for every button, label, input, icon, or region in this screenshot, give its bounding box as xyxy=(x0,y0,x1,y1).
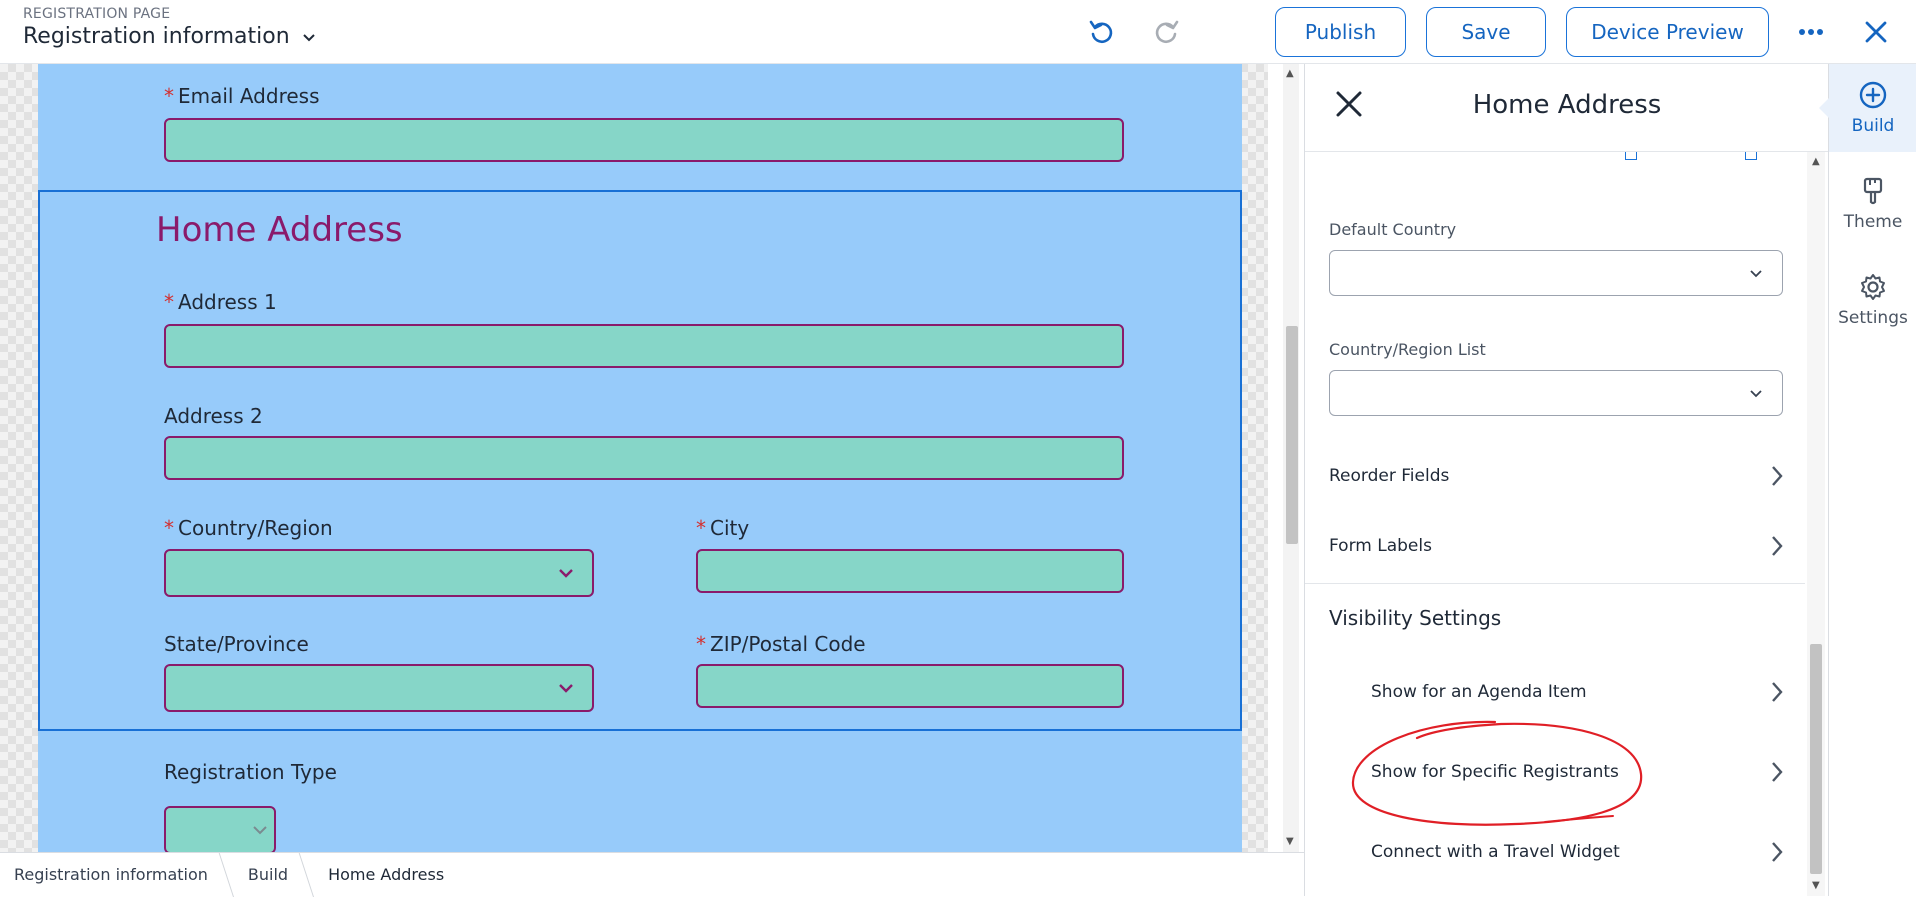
email-field[interactable] xyxy=(164,118,1124,162)
panel-scrollbar[interactable]: ▲ ▼ xyxy=(1807,152,1825,896)
email-label: * Email Address xyxy=(164,84,320,108)
scroll-up-arrow[interactable]: ▲ xyxy=(1286,68,1294,79)
zip-label-text: ZIP/Postal Code xyxy=(710,632,866,656)
chevron-right-icon xyxy=(1772,762,1783,782)
country-list-label: Country/Region List xyxy=(1329,340,1486,359)
chevron-right-icon xyxy=(1772,842,1783,862)
rail-theme[interactable]: Theme xyxy=(1829,160,1916,248)
chevron-down-icon xyxy=(253,826,267,835)
show-for-agenda-item-label: Show for an Agenda Item xyxy=(1371,682,1587,702)
visibility-settings-heading: Visibility Settings xyxy=(1329,606,1502,630)
form-canvas: * Email Address Home Address * Address 1 A… xyxy=(0,64,1268,852)
scroll-down-arrow[interactable]: ▼ xyxy=(1286,836,1294,847)
chevron-down-icon xyxy=(1750,390,1762,398)
state-select[interactable] xyxy=(164,664,594,712)
reorder-fields-row[interactable]: Reorder Fields xyxy=(1329,454,1785,498)
top-bar: REGISTRATION PAGE Registration informati… xyxy=(0,0,1916,64)
connect-travel-widget-label: Connect with a Travel Widget xyxy=(1371,842,1620,862)
panel-header: Home Address xyxy=(1305,64,1828,152)
state-label: State/Province xyxy=(164,632,309,656)
country-select[interactable] xyxy=(164,549,594,597)
checkbox-icon[interactable] xyxy=(1625,152,1637,160)
address1-label-text: Address 1 xyxy=(178,290,277,314)
paint-brush-icon xyxy=(1863,177,1883,205)
chevron-right-icon xyxy=(1772,466,1783,486)
city-label-text: City xyxy=(710,516,750,540)
required-mark: * xyxy=(164,516,174,540)
properties-panel: Home Address Default Country Country/Reg… xyxy=(1304,64,1828,896)
more-options-icon[interactable] xyxy=(1793,14,1829,50)
section-title: Home Address xyxy=(156,210,403,250)
close-icon[interactable] xyxy=(1858,14,1894,50)
country-label-text: Country/Region xyxy=(178,516,333,540)
registration-type-label: Registration Type xyxy=(164,760,337,784)
checkbox-icon[interactable] xyxy=(1745,152,1757,160)
canvas-scroll-thumb[interactable] xyxy=(1286,326,1298,544)
form-labels-label: Form Labels xyxy=(1329,536,1432,556)
address2-field[interactable] xyxy=(164,436,1124,480)
breadcrumb-item-current: Home Address xyxy=(328,865,445,884)
show-for-agenda-item-row[interactable]: Show for an Agenda Item xyxy=(1371,670,1785,714)
panel-title: Home Address xyxy=(1472,90,1662,120)
default-country-select[interactable] xyxy=(1329,250,1783,296)
panel-scroll-thumb[interactable] xyxy=(1810,644,1822,874)
reorder-fields-label: Reorder Fields xyxy=(1329,466,1450,486)
undo-icon[interactable] xyxy=(1084,14,1120,50)
breadcrumb-item[interactable]: Build xyxy=(234,853,314,897)
city-label: * City xyxy=(696,516,749,540)
address1-label: * Address 1 xyxy=(164,290,277,314)
annotation-circle xyxy=(1351,720,1643,826)
redo-icon[interactable] xyxy=(1148,14,1184,50)
default-country-label: Default Country xyxy=(1329,220,1457,239)
rail-settings[interactable]: Settings xyxy=(1829,256,1916,344)
chevron-down-icon xyxy=(302,33,315,41)
scroll-down-arrow[interactable]: ▼ xyxy=(1812,880,1820,891)
required-mark: * xyxy=(164,290,174,314)
zip-label: * ZIP/Postal Code xyxy=(696,632,866,656)
page-kicker: REGISTRATION PAGE xyxy=(23,6,171,22)
publish-button[interactable]: Publish xyxy=(1275,7,1406,57)
connect-travel-widget-row[interactable]: Connect with a Travel Widget xyxy=(1371,830,1785,874)
page-title-dropdown[interactable]: Registration information xyxy=(23,24,316,49)
chevron-right-icon xyxy=(1772,682,1783,702)
email-label-text: Email Address xyxy=(178,84,320,108)
address1-field[interactable] xyxy=(164,324,1124,368)
form-area: * Email Address Home Address * Address 1 A… xyxy=(38,64,1242,852)
save-button[interactable]: Save xyxy=(1426,7,1546,57)
form-labels-row[interactable]: Form Labels xyxy=(1329,524,1785,568)
address2-label: Address 2 xyxy=(164,404,263,428)
chevron-right-icon xyxy=(1772,536,1783,556)
divider xyxy=(1305,583,1805,584)
add-circle-icon xyxy=(1859,81,1887,109)
registration-type-select[interactable] xyxy=(164,806,276,852)
country-label: * Country/Region xyxy=(164,516,333,540)
required-mark: * xyxy=(696,516,706,540)
breadcrumb-item[interactable]: Registration information xyxy=(0,853,234,897)
rail-build-label: Build xyxy=(1851,116,1895,136)
gear-icon xyxy=(1861,274,1885,300)
city-field[interactable] xyxy=(696,549,1124,593)
zip-field[interactable] xyxy=(696,664,1124,708)
rail-build[interactable]: Build xyxy=(1819,64,1916,152)
rail-theme-label: Theme xyxy=(1843,212,1903,232)
right-rail: Build Theme Settings xyxy=(1819,64,1916,896)
page-title: Registration information xyxy=(23,24,290,49)
required-mark: * xyxy=(696,632,706,656)
chevron-down-icon xyxy=(559,569,573,578)
country-list-select[interactable] xyxy=(1329,370,1783,416)
scroll-up-arrow[interactable]: ▲ xyxy=(1812,156,1820,167)
rail-settings-label: Settings xyxy=(1838,308,1908,328)
breadcrumb: Registration information Build Home Addr… xyxy=(0,852,1304,896)
chevron-down-icon xyxy=(559,684,573,693)
canvas-scrollbar[interactable]: ▲ ▼ xyxy=(1283,64,1299,852)
device-preview-button[interactable]: Device Preview xyxy=(1566,7,1769,57)
required-mark: * xyxy=(164,84,174,108)
chevron-down-icon xyxy=(1750,270,1762,278)
